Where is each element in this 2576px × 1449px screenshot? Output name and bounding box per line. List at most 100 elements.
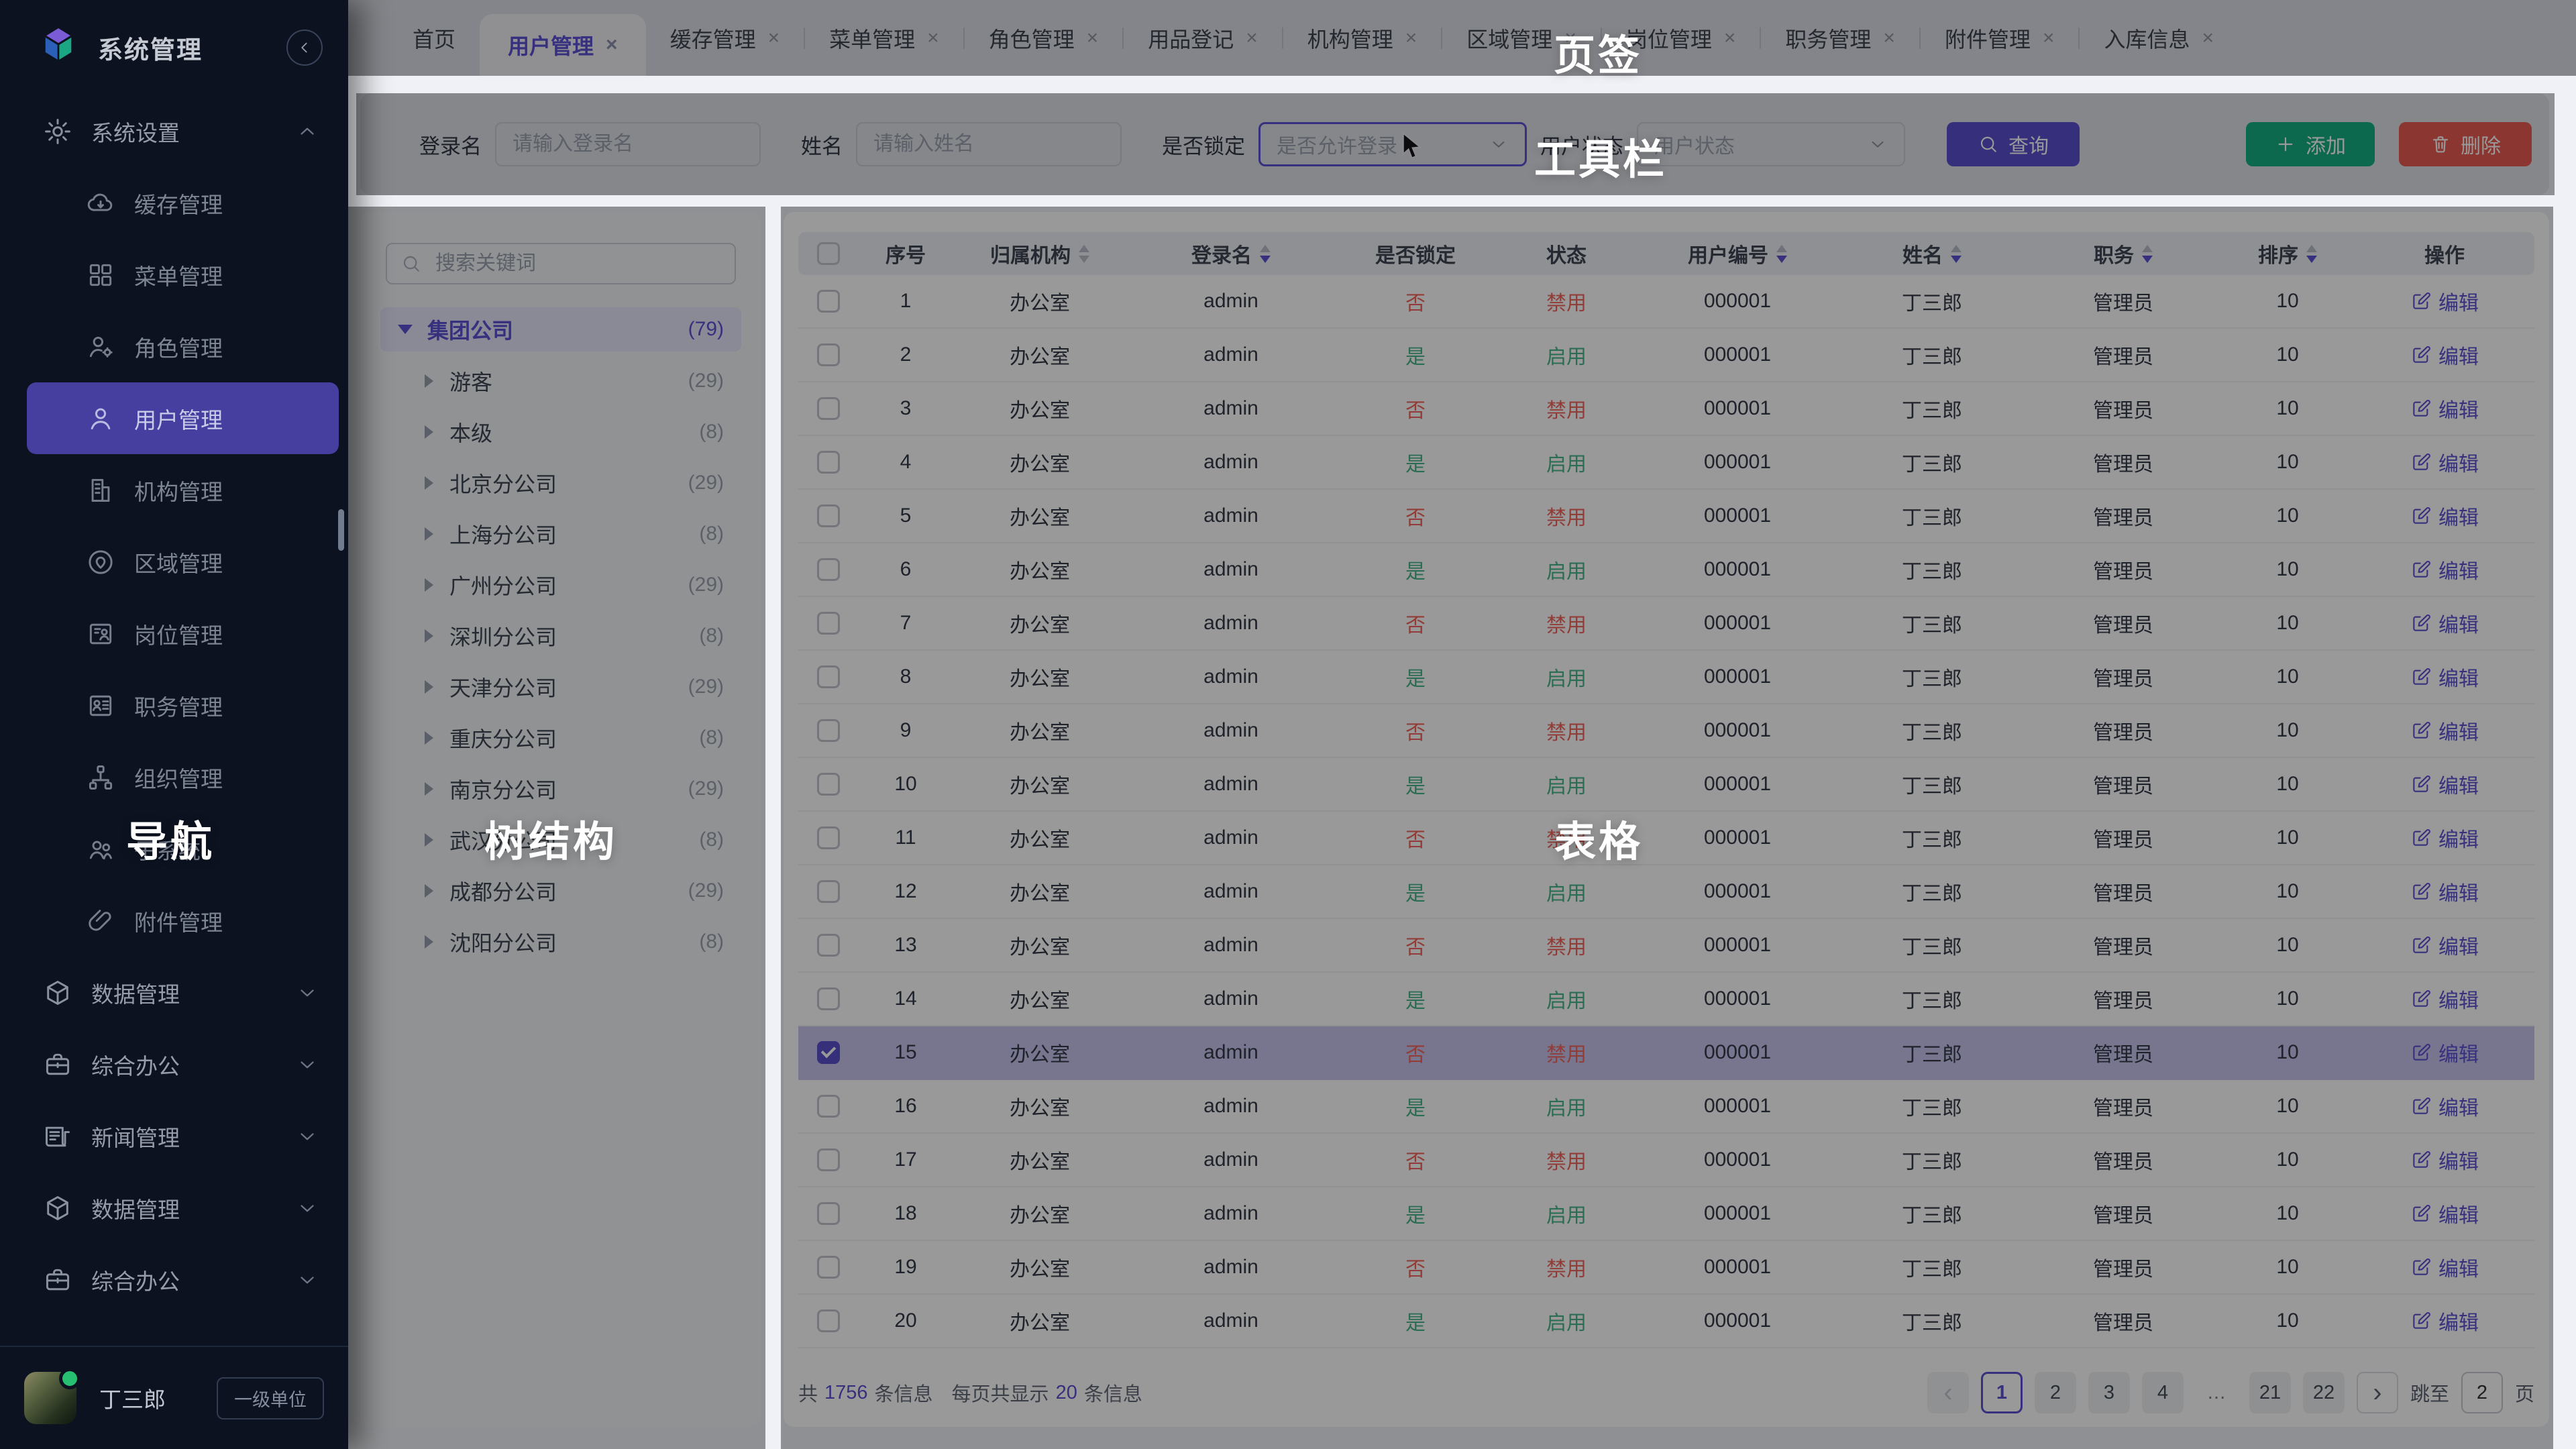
sidebar-item[interactable]: 组织管理	[27, 741, 339, 813]
caret-right-icon[interactable]	[425, 629, 433, 643]
tree-node[interactable]: 本级 (8)	[360, 407, 761, 458]
sidebar-collapse-button[interactable]	[286, 30, 323, 66]
sidebar-item[interactable]: 用户管理	[27, 382, 339, 454]
close-icon[interactable]: ×	[1883, 28, 1895, 48]
select-all-checkbox[interactable]	[817, 242, 840, 265]
sidebar-item[interactable]: 岗位管理	[27, 598, 339, 669]
caret-right-icon[interactable]	[425, 731, 433, 745]
table-row[interactable]: 4 办公室 admin 是 启用 000001 丁三郎 管理员 10 编辑	[798, 436, 2534, 490]
column-header[interactable]: 排序	[2220, 239, 2355, 268]
caret-right-icon[interactable]	[425, 374, 433, 388]
sort-icon[interactable]	[1079, 245, 1089, 263]
row-checkbox[interactable]	[817, 504, 840, 527]
caret-right-icon[interactable]	[425, 578, 433, 592]
page-button[interactable]: 22	[2303, 1372, 2345, 1413]
avatar[interactable]	[24, 1372, 76, 1424]
tree-node[interactable]: 上海分公司 (8)	[360, 508, 761, 559]
caret-right-icon[interactable]	[425, 884, 433, 898]
row-checkbox[interactable]	[817, 1095, 840, 1118]
tree-node[interactable]: 深圳分公司 (8)	[360, 610, 761, 661]
edit-button[interactable]: 编辑	[2410, 823, 2479, 853]
table-row[interactable]: 15 办公室 admin 否 禁用 000001 丁三郎 管理员 10 编辑	[798, 1026, 2534, 1080]
tree-node[interactable]: 沈阳分公司 (8)	[360, 916, 761, 967]
edit-button[interactable]: 编辑	[2410, 1091, 2479, 1121]
page-button[interactable]: 4	[2142, 1372, 2184, 1413]
close-icon[interactable]: ×	[1564, 28, 1576, 48]
tree-node[interactable]: 天津分公司 (29)	[360, 661, 761, 712]
caret-right-icon[interactable]	[425, 425, 433, 439]
sort-icon[interactable]	[2142, 245, 2153, 263]
row-checkbox[interactable]	[817, 1202, 840, 1225]
close-icon[interactable]: ×	[606, 35, 618, 55]
sidebar-item[interactable]: 菜单管理	[27, 239, 339, 311]
row-checkbox[interactable]	[817, 290, 840, 313]
caret-right-icon[interactable]	[425, 935, 433, 949]
table-row[interactable]: 16 办公室 admin 是 启用 000001 丁三郎 管理员 10 编辑	[798, 1080, 2534, 1134]
column-header[interactable]: 是否锁定	[1335, 239, 1496, 268]
sort-icon[interactable]	[2306, 245, 2317, 263]
close-icon[interactable]: ×	[2043, 28, 2055, 48]
column-header[interactable]: 姓名	[1838, 239, 2026, 268]
row-checkbox[interactable]	[817, 773, 840, 796]
tab[interactable]: 职务管理 ×	[1761, 0, 1919, 76]
row-checkbox[interactable]	[817, 826, 840, 849]
page-button[interactable]: 1	[1981, 1372, 2023, 1413]
tree-node-root[interactable]: 集团公司 (79)	[380, 307, 741, 352]
row-checkbox[interactable]	[817, 451, 840, 474]
tab[interactable]: 岗位管理 ×	[1602, 0, 1760, 76]
row-checkbox[interactable]	[817, 1256, 840, 1279]
tab[interactable]: 区域管理 ×	[1442, 0, 1601, 76]
row-checkbox[interactable]	[817, 880, 840, 903]
delete-button[interactable]: 删除	[2399, 122, 2532, 166]
column-header[interactable]: 归属机构	[953, 239, 1127, 268]
edit-button[interactable]: 编辑	[2410, 716, 2479, 745]
table-row[interactable]: 13 办公室 admin 否 禁用 000001 丁三郎 管理员 10 编辑	[798, 919, 2534, 973]
column-header[interactable]: 状态	[1496, 239, 1637, 268]
edit-button[interactable]: 编辑	[2410, 286, 2479, 316]
page-button[interactable]: 2	[2035, 1372, 2076, 1413]
table-row[interactable]: 14 办公室 admin 是 启用 000001 丁三郎 管理员 10 编辑	[798, 973, 2534, 1026]
tree-node[interactable]: 北京分公司 (29)	[360, 458, 761, 508]
close-icon[interactable]: ×	[1724, 28, 1736, 48]
row-checkbox[interactable]	[817, 343, 840, 366]
row-checkbox[interactable]	[817, 934, 840, 957]
tab[interactable]: 用品登记 ×	[1124, 0, 1282, 76]
tab[interactable]: 机构管理 ×	[1283, 0, 1442, 76]
row-checkbox[interactable]	[817, 1148, 840, 1171]
edit-button[interactable]: 编辑	[2410, 1145, 2479, 1175]
sort-icon[interactable]	[1951, 245, 1962, 263]
table-row[interactable]: 20 办公室 admin 是 启用 000001 丁三郎 管理员 10 编辑	[798, 1295, 2534, 1348]
edit-button[interactable]: 编辑	[2410, 1199, 2479, 1228]
table-row[interactable]: 1 办公室 admin 否 禁用 000001 丁三郎 管理员 10 编辑	[798, 275, 2534, 329]
caret-right-icon[interactable]	[425, 527, 433, 541]
tab[interactable]: 缓存管理 ×	[646, 0, 804, 76]
table-row[interactable]: 11 办公室 admin 否 禁用 000001 丁三郎 管理员 10 编辑	[798, 812, 2534, 865]
tree-node[interactable]: 南京分公司 (29)	[360, 763, 761, 814]
edit-button[interactable]: 编辑	[2410, 1306, 2479, 1336]
lock-select[interactable]: 是否允许登录	[1258, 122, 1527, 166]
sidebar-item[interactable]: 新闻管理	[27, 1100, 339, 1172]
table-row[interactable]: 10 办公室 admin 是 启用 000001 丁三郎 管理员 10 编辑	[798, 758, 2534, 812]
row-checkbox[interactable]	[817, 558, 840, 581]
sidebar-item[interactable]: 职务管理	[27, 669, 339, 741]
column-header[interactable]: 职务	[2026, 239, 2220, 268]
edit-button[interactable]: 编辑	[2410, 1038, 2479, 1067]
search-button[interactable]: 查询	[1947, 122, 2080, 166]
table-row[interactable]: 19 办公室 admin 否 禁用 000001 丁三郎 管理员 10 编辑	[798, 1241, 2534, 1295]
edit-button[interactable]: 编辑	[2410, 555, 2479, 584]
tree-node[interactable]: 重庆分公司 (8)	[360, 712, 761, 763]
caret-down-icon[interactable]	[398, 325, 413, 334]
edit-button[interactable]: 编辑	[2410, 340, 2479, 370]
sidebar-item[interactable]: 系统设置	[27, 95, 339, 167]
sidebar-item[interactable]: 附件管理	[27, 885, 339, 957]
table-row[interactable]: 7 办公室 admin 否 禁用 000001 丁三郎 管理员 10 编辑	[798, 597, 2534, 651]
edit-button[interactable]: 编辑	[2410, 662, 2479, 692]
next-page-button[interactable]: ›	[2357, 1372, 2398, 1413]
row-checkbox[interactable]	[817, 665, 840, 688]
tab[interactable]: 用户管理 ×	[480, 14, 646, 76]
table-row[interactable]: 8 办公室 admin 是 启用 000001 丁三郎 管理员 10 编辑	[798, 651, 2534, 704]
table-row[interactable]: 6 办公室 admin 是 启用 000001 丁三郎 管理员 10 编辑	[798, 543, 2534, 597]
caret-right-icon[interactable]	[425, 476, 433, 490]
row-checkbox[interactable]	[817, 987, 840, 1010]
row-checkbox[interactable]	[817, 1041, 840, 1064]
